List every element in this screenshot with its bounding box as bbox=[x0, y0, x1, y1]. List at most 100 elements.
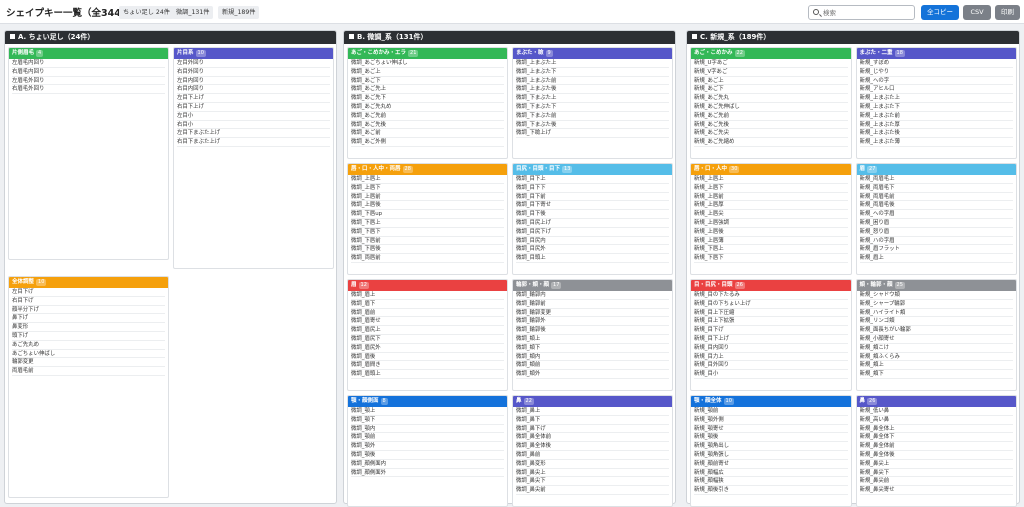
shape-key-item[interactable]: 新規_アヒル口 bbox=[859, 85, 1013, 95]
shape-key-item[interactable]: 新規_上唇薄 bbox=[694, 237, 848, 246]
shape-key-item[interactable]: 左目下上げ bbox=[177, 94, 330, 103]
shape-key-item[interactable]: 左眉毛内回り bbox=[12, 59, 165, 68]
shape-key-item[interactable]: 新規_高い鼻 bbox=[859, 416, 1013, 425]
shape-key-item[interactable]: 微調_目下寄せ bbox=[516, 201, 669, 211]
shape-key-item[interactable]: 鼻変形 bbox=[12, 323, 165, 332]
shape-key-item[interactable]: 新規_リンゴ頬 bbox=[859, 317, 1013, 327]
shape-key-item[interactable]: 微調_頬下 bbox=[516, 344, 669, 353]
shape-key-item[interactable]: 新規_目力上 bbox=[694, 353, 848, 362]
shape-key-item[interactable]: 微調_下まぶた下 bbox=[516, 103, 669, 112]
shape-key-item[interactable]: 微調_あご先後 bbox=[351, 121, 504, 130]
shape-key-item[interactable]: 微調_上唇前 bbox=[351, 193, 504, 202]
shape-key-item[interactable]: 左眉毛外回り bbox=[12, 77, 165, 86]
shape-key-item[interactable]: 輪郭変更 bbox=[12, 358, 165, 368]
shape-key-item[interactable]: 新規_鼻尖前 bbox=[859, 477, 1013, 487]
shape-key-item[interactable]: 微調_あご先上 bbox=[351, 85, 504, 95]
shape-key-item[interactable]: 微調_眉下 bbox=[351, 300, 504, 309]
shape-key-item[interactable]: 新規_上唇厚 bbox=[694, 201, 848, 211]
shape-key-item[interactable]: 微調_鼻下 bbox=[516, 416, 669, 425]
shape-key-item[interactable]: 微調_眉間き bbox=[351, 361, 504, 371]
shape-key-item[interactable]: 微調_眉尻外 bbox=[351, 344, 504, 353]
shape-key-item[interactable]: 微調_下瞼上げ bbox=[516, 129, 669, 139]
shape-key-item[interactable]: 微調_眉頭上 bbox=[351, 370, 504, 379]
shape-key-item[interactable]: 微調_顎後 bbox=[351, 451, 504, 460]
shape-key-item[interactable]: 新規_への字眉 bbox=[859, 210, 1013, 219]
shape-key-item[interactable]: 新規_上まぶた下 bbox=[859, 103, 1013, 112]
shape-key-item[interactable]: 新規_目下上げ bbox=[694, 335, 848, 344]
shape-key-item[interactable]: 新規_上唇上 bbox=[694, 175, 848, 184]
shape-key-item[interactable]: 左目内回り bbox=[177, 77, 330, 86]
shape-key-item[interactable]: 新規_目下げ bbox=[694, 326, 848, 335]
shape-key-item[interactable]: 微調_目下上 bbox=[516, 175, 669, 184]
shape-key-item[interactable]: 新規_両眉毛前 bbox=[859, 193, 1013, 202]
shape-key-item[interactable]: 微調_顔側面外 bbox=[351, 469, 504, 478]
shape-key-item[interactable]: 新規_両眉毛下 bbox=[859, 184, 1013, 193]
shape-key-item[interactable]: 微調_あご先前 bbox=[351, 112, 504, 121]
shape-key-item[interactable]: 右目下げ bbox=[12, 297, 165, 306]
shape-key-item[interactable]: 微調_目下下 bbox=[516, 184, 669, 193]
shape-key-item[interactable]: 左目下げ bbox=[12, 288, 165, 297]
shape-key-item[interactable]: 微調_鼻尖下 bbox=[516, 477, 669, 487]
shape-key-item[interactable]: 新規_U字あご bbox=[694, 59, 848, 68]
shape-key-item[interactable]: 微調_頬前 bbox=[516, 361, 669, 371]
shape-key-item[interactable]: 左目外回り bbox=[177, 59, 330, 68]
shape-key-item[interactable]: 新規_上まぶた薄 bbox=[859, 138, 1013, 147]
shape-key-item[interactable]: 微調_上まぶた上 bbox=[516, 59, 669, 68]
shape-key-item[interactable]: 右目外回り bbox=[177, 68, 330, 77]
shape-key-item[interactable]: 新規_顔後引き bbox=[694, 486, 848, 495]
shape-key-item[interactable]: 新規_目上下拡張 bbox=[694, 317, 848, 327]
shape-key-item[interactable]: 新規_あご下 bbox=[694, 85, 848, 95]
shape-key-item[interactable]: 微調_輪郭変更 bbox=[516, 309, 669, 318]
shape-key-item[interactable]: 新規_目小 bbox=[694, 370, 848, 379]
shape-key-item[interactable]: 新規_あご先尖 bbox=[694, 129, 848, 139]
shape-key-item[interactable]: 左目下まぶた上げ bbox=[177, 129, 330, 139]
shape-key-item[interactable]: 新規_下唇上 bbox=[694, 245, 848, 255]
shape-key-item[interactable]: 微調_頬内 bbox=[516, 353, 669, 362]
shape-key-item[interactable]: 新規_上まぶた厚 bbox=[859, 121, 1013, 130]
shape-key-item[interactable]: 微調_鼻全体後 bbox=[516, 442, 669, 451]
shape-key-item[interactable]: 微調_下まぶた前 bbox=[516, 112, 669, 121]
shape-key-item[interactable]: 右目下上げ bbox=[177, 103, 330, 112]
shape-key-item[interactable]: 微調_顎前 bbox=[351, 433, 504, 443]
shape-key-item[interactable]: 新規_眉フラット bbox=[859, 245, 1013, 255]
shape-key-item[interactable]: 微調_あごちょい伸ばし bbox=[351, 59, 504, 68]
shape-key-item[interactable]: 微調_上唇上 bbox=[351, 175, 504, 184]
shape-key-item[interactable]: 新規_ハの字眉 bbox=[859, 237, 1013, 246]
shape-key-item[interactable]: 微調_上まぶた後 bbox=[516, 85, 669, 95]
print-button[interactable]: 印刷 bbox=[995, 5, 1020, 20]
shape-key-item[interactable]: 微調_あご前 bbox=[351, 129, 504, 139]
search-input[interactable] bbox=[823, 7, 911, 18]
shape-key-item[interactable]: 新規_両眉毛上 bbox=[859, 175, 1013, 184]
shape-key-item[interactable]: 微調_眉尻上 bbox=[351, 326, 504, 335]
shape-key-item[interactable]: 微調_鼻尖上 bbox=[516, 469, 669, 478]
shape-key-item[interactable]: 新規_顎角張し bbox=[694, 451, 848, 460]
shape-key-item[interactable]: 微調_下唇前 bbox=[351, 237, 504, 246]
shape-key-item[interactable]: 新規_上唇後 bbox=[694, 228, 848, 237]
copy-all-button[interactable]: 全コピー bbox=[921, 5, 959, 20]
shape-key-item[interactable]: 新規_鼻尖下 bbox=[859, 469, 1013, 478]
shape-key-item[interactable]: 新規_V字あご bbox=[694, 68, 848, 77]
shape-key-item[interactable]: 微調_顎上 bbox=[351, 407, 504, 416]
shape-key-item[interactable]: 新規_顎角出し bbox=[694, 442, 848, 451]
csv-button[interactable]: CSV bbox=[963, 5, 991, 20]
shape-key-item[interactable]: 新規_小顔寄せ bbox=[859, 335, 1013, 344]
shape-key-item[interactable]: 新規_上唇下 bbox=[694, 184, 848, 193]
shape-key-item[interactable]: 微調_顎内 bbox=[351, 425, 504, 434]
shape-key-item[interactable]: 微調_眉上 bbox=[351, 291, 504, 300]
shape-key-item[interactable]: 鼻下げ bbox=[12, 314, 165, 324]
shape-key-item[interactable]: 新規_鼻全体上 bbox=[859, 425, 1013, 434]
shape-key-item[interactable]: 新規_顎前 bbox=[694, 407, 848, 416]
shape-key-item[interactable]: 右目下まぶた上げ bbox=[177, 138, 330, 147]
shape-key-item[interactable]: 微調_あご先丸め bbox=[351, 103, 504, 112]
shape-key-item[interactable]: 新規_上まぶた上 bbox=[859, 94, 1013, 103]
shape-key-item[interactable]: 新規_上まぶた後 bbox=[859, 129, 1013, 139]
shape-key-item[interactable]: 新規_顎外側 bbox=[694, 416, 848, 425]
shape-key-item[interactable]: 微調_鼻上 bbox=[516, 407, 669, 416]
shape-key-item[interactable]: 新規_困り眉 bbox=[859, 219, 1013, 228]
shape-key-item[interactable]: 新規_頬ふくらみ bbox=[859, 353, 1013, 362]
shape-key-item[interactable]: 新規_シャドウ頬 bbox=[859, 291, 1013, 300]
shape-key-item[interactable]: 微調_顎下 bbox=[351, 416, 504, 425]
shape-key-item[interactable]: 新規_両眉毛後 bbox=[859, 201, 1013, 211]
shape-key-item[interactable]: 微調_頬上 bbox=[516, 335, 669, 344]
shape-key-item[interactable]: 新規_あご先後 bbox=[694, 121, 848, 130]
